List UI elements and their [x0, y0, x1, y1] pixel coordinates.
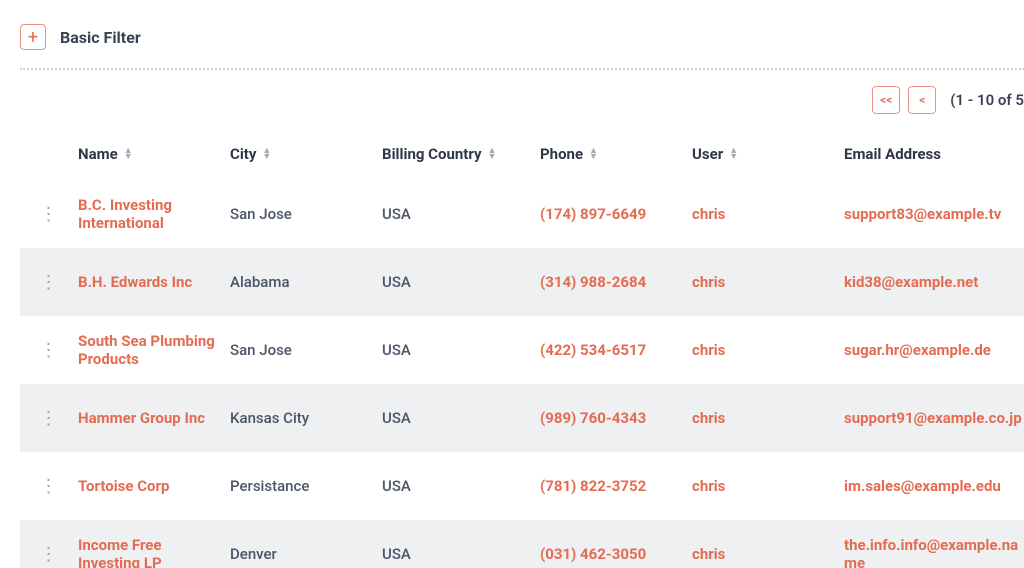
header-user[interactable]: User ▲▼ [692, 145, 844, 163]
account-city: Alabama [230, 273, 382, 291]
header-email[interactable]: Email Address [844, 145, 1024, 163]
header-billing-label: Billing Country [382, 145, 482, 163]
table-row: ⋮ Hammer Group Inc Kansas City USA (989)… [20, 384, 1024, 452]
account-name-link[interactable]: Income Free Investing LP [78, 536, 230, 568]
account-phone-link[interactable]: (422) 534-6517 [540, 341, 692, 359]
header-city-label: City [230, 145, 256, 163]
account-city: San Jose [230, 205, 382, 223]
header-email-label: Email Address [844, 145, 941, 163]
row-actions-button[interactable]: ⋮ [20, 476, 78, 497]
account-user-link[interactable]: chris [692, 477, 844, 495]
header-user-label: User [692, 145, 723, 163]
account-email-link[interactable]: support83@example.tv [844, 205, 1024, 223]
account-user-link[interactable]: chris [692, 273, 844, 291]
account-billing-country: USA [382, 273, 540, 291]
account-email-link[interactable]: kid38@example.net [844, 273, 1024, 291]
sort-icon: ▲▼ [589, 148, 598, 160]
account-user-link[interactable]: chris [692, 205, 844, 223]
pagination-summary: (1 - 10 of 5 [950, 91, 1024, 109]
account-billing-country: USA [382, 545, 540, 563]
sort-icon: ▲▼ [729, 148, 738, 160]
prev-page-button[interactable]: < [908, 86, 936, 114]
account-phone-link[interactable]: (031) 462-3050 [540, 545, 692, 563]
sort-icon: ▲▼ [262, 148, 271, 160]
account-user-link[interactable]: chris [692, 341, 844, 359]
account-phone-link[interactable]: (989) 760-4343 [540, 409, 692, 427]
table-row: ⋮ B.C. Investing International San Jose … [20, 180, 1024, 248]
header-billing[interactable]: Billing Country ▲▼ [382, 145, 540, 163]
add-filter-button[interactable]: + [20, 24, 46, 50]
account-billing-country: USA [382, 477, 540, 495]
table-row: ⋮ B.H. Edwards Inc Alabama USA (314) 988… [20, 248, 1024, 316]
account-billing-country: USA [382, 409, 540, 427]
header-name[interactable]: Name ▲▼ [78, 145, 230, 163]
pagination: << < (1 - 10 of 5 [20, 82, 1024, 128]
sort-icon: ▲▼ [124, 148, 133, 160]
account-user-link[interactable]: chris [692, 545, 844, 563]
row-actions-button[interactable]: ⋮ [20, 272, 78, 293]
plus-icon: + [28, 27, 38, 48]
account-name-link[interactable]: Hammer Group Inc [78, 409, 230, 427]
table-row: ⋮ Income Free Investing LP Denver USA (0… [20, 520, 1024, 568]
table-row: ⋮ Tortoise Corp Persistance USA (781) 82… [20, 452, 1024, 520]
account-name-link[interactable]: B.C. Investing International [78, 196, 230, 232]
account-name-link[interactable]: South Sea Plumbing Products [78, 332, 230, 368]
account-phone-link[interactable]: (314) 988-2684 [540, 273, 692, 291]
divider [20, 68, 1024, 70]
filter-bar: + Basic Filter [20, 0, 1024, 68]
account-city: Persistance [230, 477, 382, 495]
account-email-link[interactable]: sugar.hr@example.de [844, 341, 1024, 359]
account-billing-country: USA [382, 205, 540, 223]
account-city: San Jose [230, 341, 382, 359]
account-city: Denver [230, 545, 382, 563]
account-email-link[interactable]: im.sales@example.edu [844, 477, 1024, 495]
table-header-row: Name▲▼ City▲▼ Billing Country▲▼ Phone▲▼ … [20, 128, 1024, 180]
first-page-button[interactable]: << [872, 86, 900, 114]
account-name-link[interactable]: Tortoise Corp [78, 477, 230, 495]
account-phone-link[interactable]: (781) 822-3752 [540, 477, 692, 495]
header-city[interactable]: City ▲▼ [230, 145, 382, 163]
header-phone[interactable]: Phone ▲▼ [540, 145, 692, 163]
header-name-label: Name [78, 145, 118, 163]
row-actions-button[interactable]: ⋮ [20, 340, 78, 361]
account-billing-country: USA [382, 341, 540, 359]
row-actions-button[interactable]: ⋮ [20, 544, 78, 565]
row-actions-button[interactable]: ⋮ [20, 204, 78, 225]
account-email-link[interactable]: support91@example.co.jp [844, 409, 1024, 427]
table-row: ⋮ South Sea Plumbing Products San Jose U… [20, 316, 1024, 384]
account-phone-link[interactable]: (174) 897-6649 [540, 205, 692, 223]
account-user-link[interactable]: chris [692, 409, 844, 427]
account-name-link[interactable]: B.H. Edwards Inc [78, 273, 230, 291]
accounts-table: Name▲▼ City▲▼ Billing Country▲▼ Phone▲▼ … [20, 128, 1024, 568]
filter-title: Basic Filter [60, 28, 141, 47]
page-root: + Basic Filter << < (1 - 10 of 5 Name▲▼ … [0, 0, 1024, 568]
account-email-link[interactable]: the.info.info@example.name [844, 536, 1024, 568]
row-actions-button[interactable]: ⋮ [20, 408, 78, 429]
sort-icon: ▲▼ [488, 148, 497, 160]
account-city: Kansas City [230, 409, 382, 427]
header-phone-label: Phone [540, 145, 583, 163]
